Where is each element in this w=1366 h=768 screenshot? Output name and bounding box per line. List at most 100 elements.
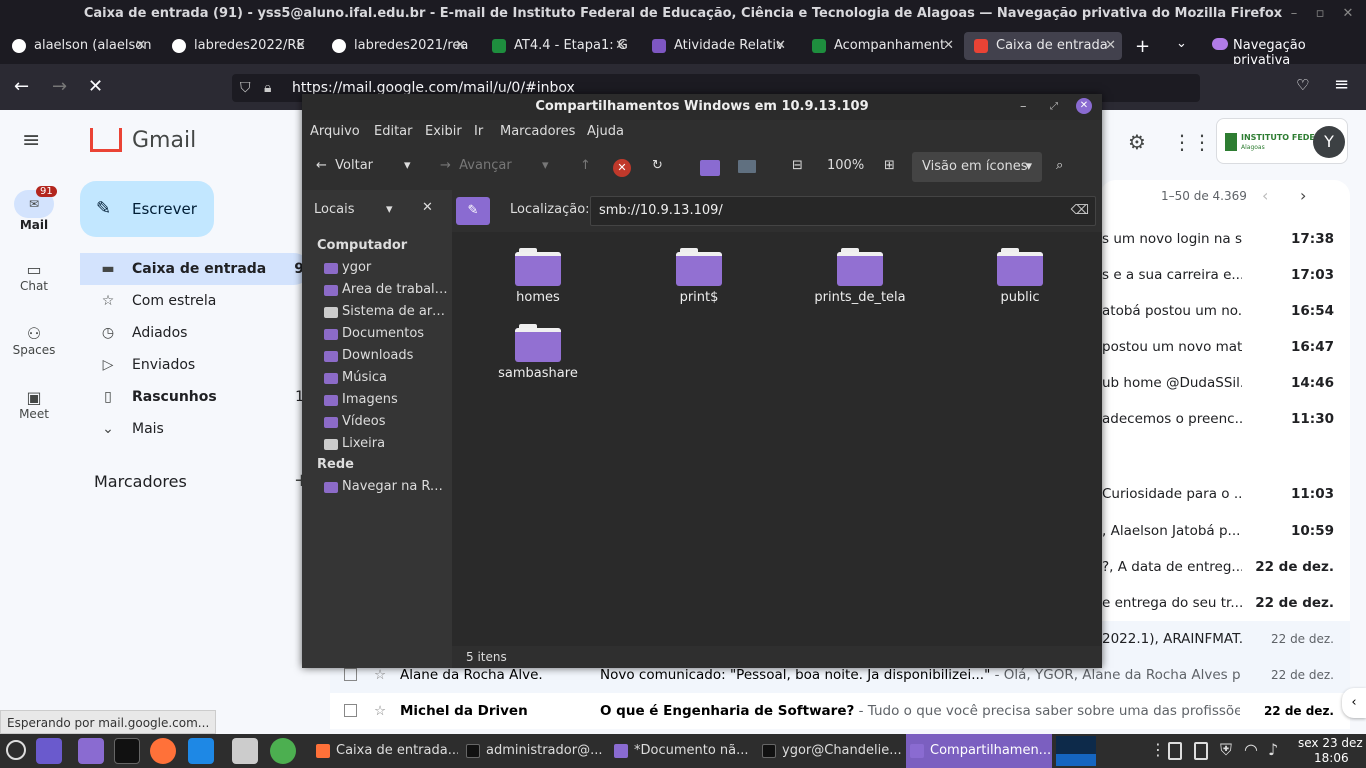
files-launcher-icon[interactable] <box>78 738 104 764</box>
place-pictures[interactable]: Imagens <box>324 392 450 407</box>
tab-7-active[interactable]: Caixa de entrada ✕ <box>964 32 1122 60</box>
text-editor-launcher-icon[interactable] <box>232 738 258 764</box>
avatar[interactable]: Y <box>1313 126 1345 158</box>
menu-marcadores[interactable]: Marcadores <box>500 124 575 139</box>
place-downloads[interactable]: Downloads <box>324 348 450 363</box>
place-home[interactable]: ygor <box>324 260 450 275</box>
reload-icon[interactable]: ↻ <box>652 158 663 173</box>
show-desktop-icon[interactable] <box>36 738 62 764</box>
nav-sent[interactable]: ▷ Enviados <box>80 349 310 381</box>
rail-meet[interactable]: ▣ Meet <box>0 388 68 421</box>
tab-5[interactable]: Atividade Relativ ✕ <box>642 32 792 60</box>
mail-row[interactable]: s e a sua carreira e... 17:03 <box>1100 257 1350 293</box>
next-page-icon[interactable]: › <box>1300 186 1306 205</box>
task-firefox[interactable]: Caixa de entrada... <box>312 734 458 768</box>
main-menu-icon[interactable]: ≡ <box>22 128 40 153</box>
back-icon[interactable]: ← <box>14 76 29 97</box>
start-menu-icon[interactable] <box>6 740 26 760</box>
minimize-icon[interactable]: – <box>1284 0 1304 28</box>
firefox-launcher-icon[interactable] <box>150 738 176 764</box>
nav-drafts[interactable]: ▯ Rascunhos 1 <box>80 381 310 413</box>
mail-row[interactable]: ☆ Michel da Driven O que é Engenharia de… <box>330 693 1350 729</box>
tab-close-icon[interactable]: ✕ <box>775 32 786 60</box>
close-icon[interactable]: ✕ <box>1076 98 1092 114</box>
writer-launcher-icon[interactable] <box>188 738 214 764</box>
maximize-icon[interactable]: ⤢ <box>1050 94 1058 120</box>
zoom-out-icon[interactable]: ⊟ <box>792 158 803 173</box>
maximize-icon[interactable]: ▫ <box>1310 0 1330 28</box>
clock-date[interactable]: sex 23 dez <box>1298 736 1363 750</box>
menu-ajuda[interactable]: Ajuda <box>587 124 624 139</box>
shield-icon[interactable]: ⛨ <box>1220 740 1232 760</box>
compose-button[interactable]: ✎ Escrever <box>80 181 214 237</box>
task-document[interactable]: *Documento nã... <box>610 734 756 768</box>
notes-icon[interactable] <box>1194 742 1208 760</box>
task-terminal-admin[interactable]: administrador@... <box>462 734 608 768</box>
back-button[interactable]: ← Voltar <box>316 158 373 173</box>
file-manager-titlebar[interactable]: Compartilhamentos Windows em 10.9.13.109… <box>302 94 1102 120</box>
tab-close-icon[interactable]: ✕ <box>135 32 146 60</box>
clipboard-icon[interactable] <box>1168 742 1182 760</box>
task-terminal-ygor[interactable]: ygor@Chandelie... <box>758 734 904 768</box>
place-music[interactable]: Música <box>324 370 450 385</box>
tab-list-icon[interactable]: ⌄ <box>1176 36 1187 51</box>
share-homes[interactable]: homes <box>473 248 603 305</box>
view-mode-select[interactable]: Visão em ícones ▾ <box>912 152 1042 182</box>
place-trash[interactable]: Lixeira <box>324 436 450 451</box>
forward-icon[interactable]: → <box>52 76 67 97</box>
forward-history-dropdown-icon[interactable]: ▾ <box>542 158 549 173</box>
menu-exibir[interactable]: Exibir <box>425 124 462 139</box>
close-icon[interactable]: ✕ <box>1338 0 1358 28</box>
place-desktop[interactable]: Área de trabalho <box>324 282 450 297</box>
mail-row[interactable]: 2022.1), ARAINFMAT... 22 de dez. <box>1100 621 1350 657</box>
app-menu-icon[interactable]: ≡ <box>1334 74 1349 95</box>
mail-row[interactable]: adecemos o preenc... 11:30 <box>1100 401 1350 437</box>
edit-location-icon[interactable]: ✎ <box>456 197 490 225</box>
mail-row[interactable]: Curiosidade para o ... 11:03 <box>1100 476 1350 512</box>
home-folder-icon[interactable] <box>700 160 720 176</box>
wifi-icon[interactable]: ◠ <box>1244 740 1258 759</box>
place-filesystem[interactable]: Sistema de arq... <box>324 304 450 319</box>
mail-row[interactable]: ?, A data de entreg... 22 de dez. <box>1100 549 1350 585</box>
volume-icon[interactable]: ♪ <box>1268 740 1278 759</box>
back-history-dropdown-icon[interactable]: ▾ <box>404 158 411 173</box>
mail-row[interactable]: atobá postou um no... 16:54 <box>1100 293 1350 329</box>
settings-gear-icon[interactable]: ⚙ <box>1128 130 1146 154</box>
up-arrow-icon[interactable]: ↑ <box>580 158 591 173</box>
tab-close-icon[interactable]: ✕ <box>295 32 306 60</box>
pocket-icon[interactable]: ♡ <box>1296 76 1309 94</box>
new-tab-icon[interactable]: + <box>1135 36 1150 57</box>
terminal-launcher-icon[interactable] <box>114 738 140 764</box>
mail-row[interactable]: e entrega do seu tr... 22 de dez. <box>1100 585 1350 621</box>
menu-arquivo[interactable]: Arquivo <box>310 124 360 139</box>
mail-row[interactable]: ub home @DudaSSil... 14:46 <box>1100 365 1350 401</box>
prev-page-icon[interactable]: ‹ <box>1262 186 1268 205</box>
kebab-menu-icon[interactable]: ⋮ <box>1150 740 1166 759</box>
rail-spaces[interactable]: ⚇ Spaces <box>0 324 68 357</box>
mail-row[interactable]: , Alaelson Jatobá p... 10:59 <box>1100 513 1350 549</box>
stop-loading-icon[interactable]: ✕ <box>613 159 631 177</box>
tab-6[interactable]: Acompanhament ✕ <box>802 32 960 60</box>
minimize-icon[interactable]: – <box>1020 94 1027 120</box>
menu-editar[interactable]: Editar <box>374 124 413 139</box>
share-sambashare[interactable]: sambashare <box>473 324 603 381</box>
place-documents[interactable]: Documentos <box>324 326 450 341</box>
nav-starred[interactable]: ☆ Com estrela <box>80 285 310 317</box>
stop-icon[interactable]: ✕ <box>88 76 103 97</box>
screenshot-launcher-icon[interactable] <box>270 738 296 764</box>
mail-row[interactable]: s um novo login na s... 17:38 <box>1100 221 1350 257</box>
clear-text-icon[interactable]: ⌫ <box>1071 197 1089 225</box>
rail-mail[interactable]: ✉ 91 Mail <box>0 186 68 232</box>
tab-close-icon[interactable]: ✕ <box>1105 32 1116 60</box>
mail-row[interactable]: postou um novo mat... 16:47 <box>1100 329 1350 365</box>
close-sidebar-icon[interactable]: ✕ <box>422 200 433 215</box>
share-public[interactable]: public <box>955 248 1085 305</box>
row-checkbox[interactable] <box>344 668 357 681</box>
forward-button[interactable]: → Avançar <box>440 158 512 173</box>
computer-icon[interactable] <box>738 160 756 173</box>
share-prints-de-tela[interactable]: prints_de_tela <box>795 248 925 305</box>
tab-close-icon[interactable]: ✕ <box>943 32 954 60</box>
star-icon[interactable]: ☆ <box>374 693 386 729</box>
side-panel-toggle-icon[interactable]: ‹ <box>1342 688 1366 718</box>
zoom-in-icon[interactable]: ⊞ <box>884 158 895 173</box>
